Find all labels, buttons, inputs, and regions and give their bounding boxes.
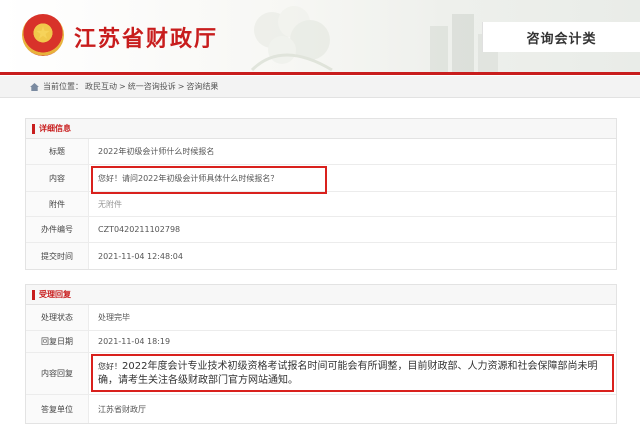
breadcrumb-separator: > bbox=[119, 82, 126, 91]
row-label: 处理状态 bbox=[26, 305, 89, 330]
detail-row-attachment: 附件 无附件 bbox=[26, 192, 616, 217]
breadcrumb-item-interaction[interactable]: 政民互动 bbox=[85, 81, 117, 92]
row-value: 无附件 bbox=[98, 199, 122, 209]
category-tab[interactable]: 咨询会计类 bbox=[482, 22, 640, 52]
reply-row-unit: 答复单位 江苏省财政厅 bbox=[26, 395, 616, 423]
reply-row-date: 回复日期 2021-11-04 18:19 bbox=[26, 331, 616, 353]
home-icon bbox=[30, 82, 39, 91]
row-value: 2021-11-04 18:19 bbox=[98, 337, 171, 346]
detail-row-submit-time: 提交时间 2021-11-04 12:48:04 bbox=[26, 243, 616, 269]
row-value: CZT0420211102798 bbox=[98, 225, 181, 234]
breadcrumb: 当前位置： 政民互动 > 统一咨询投诉 > 咨询结果 bbox=[0, 76, 640, 98]
national-emblem-icon bbox=[22, 14, 64, 56]
row-value: 处理完毕 bbox=[98, 313, 130, 322]
detail-panel: 详细信息 标题 2022年初级会计师什么时候报名 内容 您好！请问2022年初级… bbox=[25, 118, 617, 270]
panel-marker bbox=[32, 123, 35, 134]
detail-row-title: 标题 2022年初级会计师什么时候报名 bbox=[26, 139, 616, 165]
reply-panel-title: 受理回复 bbox=[39, 290, 71, 299]
breadcrumb-item-consult[interactable]: 统一咨询投诉 bbox=[128, 81, 176, 92]
reply-highlight-box bbox=[91, 354, 614, 392]
breadcrumb-prefix: 当前位置： bbox=[43, 82, 83, 91]
breadcrumb-separator: > bbox=[177, 82, 185, 91]
breadcrumb-item-result[interactable]: 咨询结果 bbox=[186, 81, 218, 92]
detail-row-case-number: 办件编号 CZT0420211102798 bbox=[26, 217, 616, 243]
row-label: 提交时间 bbox=[26, 243, 89, 269]
row-label: 内容回复 bbox=[26, 353, 89, 394]
reply-panel-header: 受理回复 bbox=[26, 285, 616, 305]
detail-panel-header: 详细信息 bbox=[26, 119, 616, 139]
site-header: 江苏省财政厅 咨询会计类 bbox=[0, 0, 640, 72]
category-label: 咨询会计类 bbox=[526, 31, 597, 47]
row-label: 附件 bbox=[26, 192, 89, 216]
row-value: 2021-11-04 12:48:04 bbox=[98, 251, 183, 261]
reply-row-status: 处理状态 处理完毕 bbox=[26, 305, 616, 331]
row-value: 2022年初级会计师什么时候报名 bbox=[98, 147, 215, 156]
row-value: 江苏省财政厅 bbox=[98, 404, 146, 414]
row-label: 答复单位 bbox=[26, 395, 89, 423]
header-divider bbox=[0, 72, 640, 75]
row-label: 标题 bbox=[26, 139, 89, 164]
content-highlight-box bbox=[91, 166, 327, 194]
detail-panel-title: 详细信息 bbox=[39, 124, 71, 133]
row-label: 内容 bbox=[26, 165, 89, 191]
row-label: 办件编号 bbox=[26, 217, 89, 242]
flower-decoration-icon bbox=[250, 6, 333, 72]
row-label: 回复日期 bbox=[26, 331, 89, 352]
site-title[interactable]: 江苏省财政厅 bbox=[74, 21, 218, 53]
panel-marker bbox=[32, 289, 35, 300]
